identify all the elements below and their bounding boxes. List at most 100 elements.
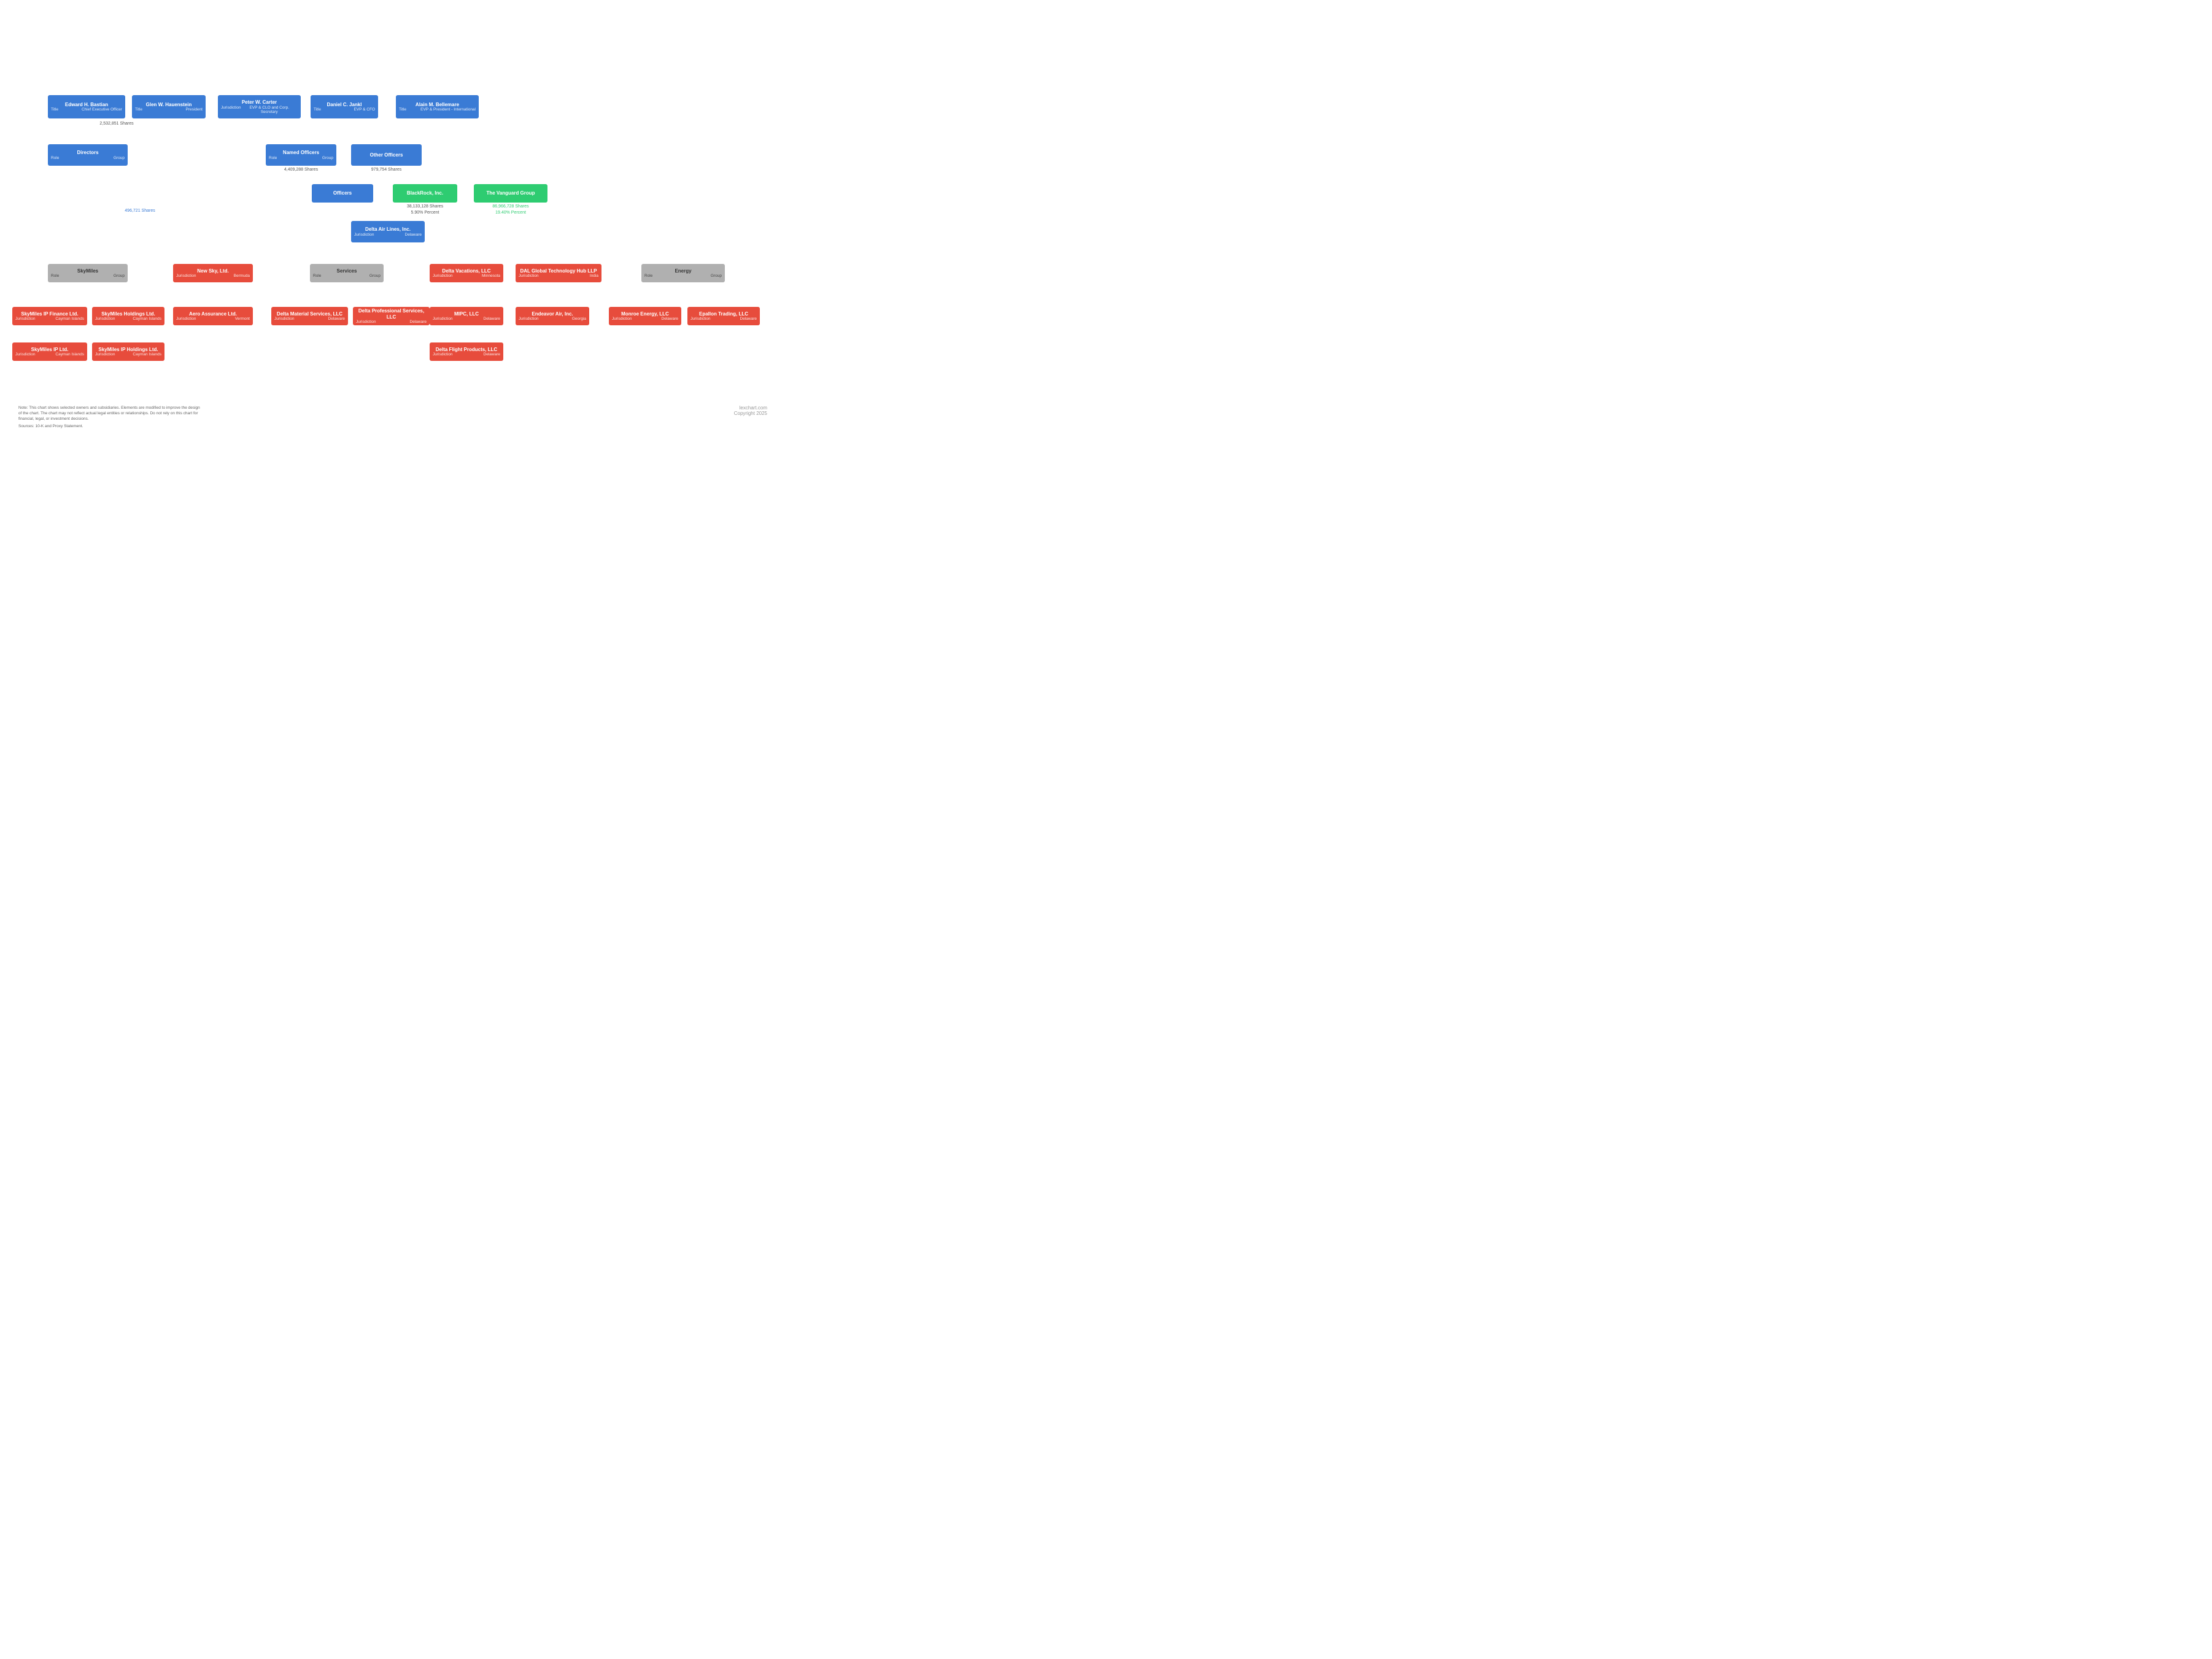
skymiles-group-label: Group: [114, 274, 125, 278]
endeavor-air-node: Endeavor Air, Inc. Jurisdiction Georgia: [516, 307, 589, 325]
skymiles-ip-jurisdiction: Cayman Islands: [55, 352, 84, 357]
other-officers-node: Other Officers: [351, 144, 422, 166]
delta-material-node: Delta Material Services, LLC Jurisdictio…: [271, 307, 348, 325]
named-officers-node: Named Officers Role Group: [266, 144, 336, 166]
peter-node: Peter W. Carter Jurisdiction EVP & CLO a…: [218, 95, 301, 118]
glen-role: President: [186, 107, 203, 112]
endeavor-air-jurisdiction: Georgia: [572, 317, 586, 321]
chart-container: Edward H. Bastian Title Chief Executive …: [6, 0, 779, 37]
blackrock-node: BlackRock, Inc.: [393, 184, 457, 203]
skymiles-holdings-jurisdiction-label: Jurisdiction: [95, 317, 115, 321]
delta-flight-jurisdiction-label: Jurisdiction: [433, 352, 453, 357]
aero-assurance-jurisdiction: Vermont: [235, 317, 250, 321]
officers-name: Officers: [315, 190, 370, 196]
daniel-role-label: Title: [314, 107, 321, 112]
delta-professional-jurisdiction: Delaware: [410, 320, 427, 324]
delta-professional-name: Delta Professional Services, LLC: [356, 308, 427, 320]
skymiles-ip-finance-jurisdiction-label: Jurisdiction: [15, 317, 36, 321]
skymiles-ip-finance-node: SkyMiles IP Finance Ltd. Jurisdiction Ca…: [12, 307, 87, 325]
daniel-node: Daniel C. Jankl Title EVP & CFO: [311, 95, 378, 118]
skymiles-ip-node: SkyMiles IP Ltd. Jurisdiction Cayman Isl…: [12, 342, 87, 361]
delta-main-name: Delta Air Lines, Inc.: [354, 226, 422, 233]
delta-professional-jurisdiction-label: Jurisdiction: [356, 320, 376, 324]
footer-copyright: Copyright 2025: [734, 411, 767, 416]
aero-assurance-name: Aero Assurance Ltd.: [176, 311, 250, 317]
other-officers-shares: 979,754 Shares: [351, 168, 422, 172]
epallon-trading-jurisdiction: Delaware: [740, 317, 757, 321]
delta-vacations-name: Delta Vacations, LLC: [433, 268, 500, 274]
new-sky-node: New Sky, Ltd. Jurisdiction Bermuda: [173, 264, 253, 282]
alain-role-label: Title: [399, 107, 406, 112]
dal-global-name: DAL Global Technology Hub LLP: [519, 268, 598, 274]
blackrock-name: BlackRock, Inc.: [396, 190, 454, 196]
delta-main-node: Delta Air Lines, Inc. Jurisdiction Delaw…: [351, 221, 425, 242]
skymiles-holdings-name: SkyMiles Holdings Ltd.: [95, 311, 161, 317]
endeavor-air-name: Endeavor Air, Inc.: [519, 311, 586, 317]
services-role-label: Role: [313, 274, 321, 278]
glen-name: Glen W. Hauenstein: [135, 102, 203, 108]
skymiles-holdings-node: SkyMiles Holdings Ltd. Jurisdiction Caym…: [92, 307, 164, 325]
footer-brand-name: lexchart.com: [734, 405, 767, 411]
directors-group-label: Group: [114, 156, 125, 160]
mipc-jurisdiction-label: Jurisdiction: [433, 317, 453, 321]
skymiles-ip-holdings-jurisdiction-label: Jurisdiction: [95, 352, 115, 357]
glen-node: Glen W. Hauenstein Title President: [132, 95, 206, 118]
edward-role: Chief Executive Officer: [82, 107, 122, 112]
delta-jurisdiction: Delaware: [405, 233, 422, 237]
edward-name: Edward H. Bastian: [51, 102, 122, 108]
services-group-name: Services: [313, 268, 381, 274]
skymiles-holdings-jurisdiction: Cayman Islands: [133, 317, 161, 321]
dal-global-jurisdiction: India: [590, 274, 598, 278]
edward-node: Edward H. Bastian Title Chief Executive …: [48, 95, 125, 118]
blackrock-shares: 38,133,128 Shares 5.90% Percent: [393, 204, 457, 216]
delta-flight-jurisdiction: Delaware: [484, 352, 500, 357]
skymiles-role-label: Role: [51, 274, 59, 278]
aero-assurance-jurisdiction-label: Jurisdiction: [176, 317, 196, 321]
new-sky-jurisdiction: Bermuda: [234, 274, 250, 278]
daniel-role: EVP & CFO: [354, 107, 375, 112]
monroe-energy-node: Monroe Energy, LLC Jurisdiction Delaware: [609, 307, 681, 325]
connectors-svg: [6, 0, 779, 37]
skymiles-group-name: SkyMiles: [51, 268, 125, 274]
footer-note-text: Note: This chart shows selected owners a…: [18, 405, 203, 422]
glen-role-label: Title: [135, 107, 142, 112]
skymiles-ip-name: SkyMiles IP Ltd.: [15, 347, 84, 353]
delta-professional-node: Delta Professional Services, LLC Jurisdi…: [353, 307, 430, 325]
peter-role: EVP & CLO and Corp. Secretary: [241, 106, 298, 114]
delta-jurisdiction-label: Jurisdiction: [354, 233, 374, 237]
mipc-node: MIPC, LLC Jurisdiction Delaware: [430, 307, 503, 325]
named-officers-shares: 4,409,288 Shares: [266, 168, 336, 172]
aero-assurance-node: Aero Assurance Ltd. Jurisdiction Vermont: [173, 307, 253, 325]
directors-name: Directors: [51, 150, 125, 156]
mipc-jurisdiction: Delaware: [484, 317, 500, 321]
daniel-name: Daniel C. Jankl: [314, 102, 375, 108]
directors-shares-text: 496,721 Shares: [48, 209, 232, 213]
new-sky-jurisdiction-label: Jurisdiction: [176, 274, 196, 278]
edward-shares-text: 2,532,851 Shares: [55, 122, 178, 126]
epallon-trading-node: Epallon Trading, LLC Jurisdiction Delawa…: [687, 307, 760, 325]
energy-group-label: Group: [711, 274, 722, 278]
delta-vacations-node: Delta Vacations, LLC Jurisdiction Minnes…: [430, 264, 503, 282]
vanguard-name: The Vanguard Group: [477, 190, 544, 196]
delta-material-jurisdiction-label: Jurisdiction: [274, 317, 295, 321]
dal-global-node: DAL Global Technology Hub LLP Jurisdicti…: [516, 264, 601, 282]
skymiles-ip-jurisdiction-label: Jurisdiction: [15, 352, 36, 357]
directors-node: Directors Role Group: [48, 144, 128, 166]
delta-vacations-jurisdiction-label: Jurisdiction: [433, 274, 453, 278]
edward-role-label: Title: [51, 107, 58, 112]
alain-role: EVP & President - International: [420, 107, 476, 112]
monroe-energy-jurisdiction: Delaware: [662, 317, 678, 321]
energy-group-name: Energy: [644, 268, 722, 274]
vanguard-node: The Vanguard Group: [474, 184, 547, 203]
endeavor-air-jurisdiction-label: Jurisdiction: [519, 317, 539, 321]
skymiles-ip-finance-name: SkyMiles IP Finance Ltd.: [15, 311, 84, 317]
vanguard-shares: 86,966,728 Shares 19.40% Percent: [474, 204, 547, 216]
peter-role-label: Jurisdiction: [221, 106, 241, 114]
skymiles-ip-holdings-node: SkyMiles IP Holdings Ltd. Jurisdiction C…: [92, 342, 164, 361]
energy-group-node: Energy Role Group: [641, 264, 725, 282]
directors-role-label: Role: [51, 156, 59, 160]
delta-material-jurisdiction: Delaware: [328, 317, 345, 321]
other-officers-name: Other Officers: [354, 152, 419, 158]
skymiles-ip-finance-jurisdiction: Cayman Islands: [55, 317, 84, 321]
skymiles-ip-holdings-name: SkyMiles IP Holdings Ltd.: [95, 347, 161, 353]
